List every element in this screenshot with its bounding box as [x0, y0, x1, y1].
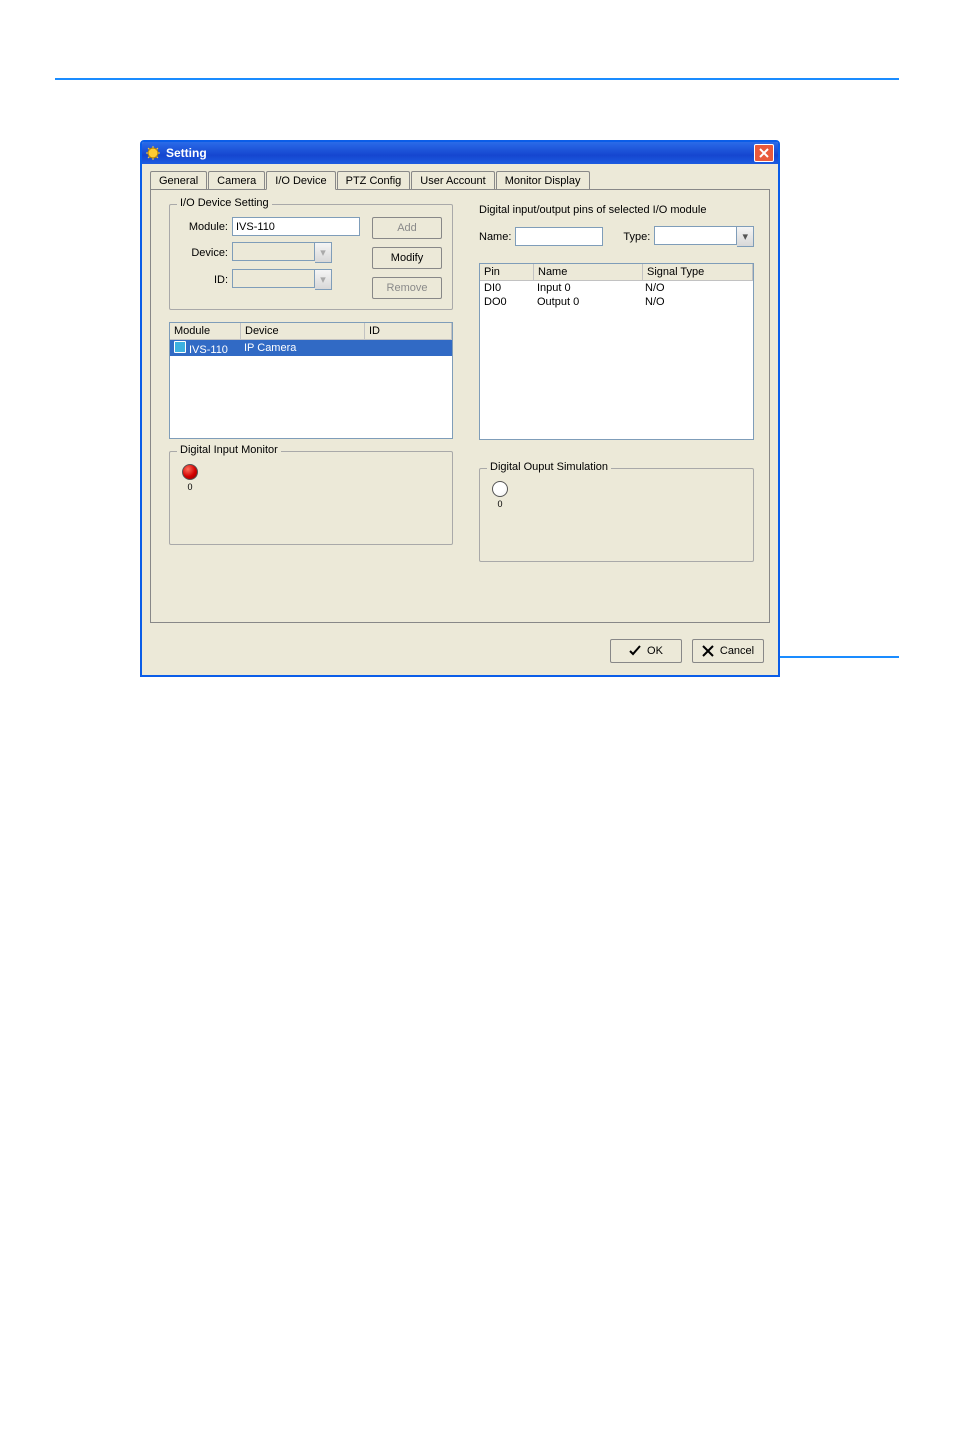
- dos-legend: Digital Ouput Simulation: [487, 461, 611, 473]
- app-icon: [146, 146, 160, 160]
- ok-button[interactable]: OK: [610, 639, 682, 663]
- pin-name-input[interactable]: [515, 227, 603, 246]
- titlebar[interactable]: Setting: [142, 142, 778, 164]
- pin-row[interactable]: DI0 Input 0 N/O: [480, 281, 753, 295]
- cell-signal: N/O: [641, 295, 753, 309]
- ok-label: OK: [647, 645, 663, 657]
- close-button[interactable]: [754, 144, 774, 162]
- pin-type-combo[interactable]: ▾: [654, 226, 754, 247]
- col-signal-type[interactable]: Signal Type: [643, 264, 753, 280]
- page-top-rule: [55, 78, 899, 80]
- cell-pin: DI0: [480, 281, 533, 295]
- tab-camera[interactable]: Camera: [208, 171, 265, 190]
- col-id[interactable]: ID: [365, 323, 452, 339]
- pins-title: Digital input/output pins of selected I/…: [479, 204, 754, 216]
- tabstrip: General Camera I/O Device PTZ Config Use…: [142, 164, 778, 189]
- col-module[interactable]: Module: [170, 323, 241, 339]
- listview-header: Module Device ID: [170, 323, 452, 340]
- window-title: Setting: [166, 146, 754, 160]
- chevron-down-icon[interactable]: ▾: [737, 226, 754, 247]
- cell-module: IVS-110: [189, 344, 228, 356]
- cell-pin: DO0: [480, 295, 533, 309]
- input-indicator-0: 0: [180, 464, 200, 492]
- cancel-button[interactable]: Cancel: [692, 639, 764, 663]
- col-pin[interactable]: Pin: [480, 264, 534, 280]
- module-listview[interactable]: Module Device ID IVS-110 IP Camera: [169, 322, 453, 439]
- modify-button[interactable]: Modify: [372, 247, 442, 269]
- tab-monitor-display[interactable]: Monitor Display: [496, 171, 590, 190]
- cell-pin-name: Input 0: [533, 281, 641, 295]
- cell-signal: N/O: [641, 281, 753, 295]
- pin-row[interactable]: DO0 Output 0 N/O: [480, 295, 753, 309]
- id-label: ID:: [180, 274, 228, 286]
- module-label: Module:: [180, 221, 228, 233]
- col-device[interactable]: Device: [241, 323, 365, 339]
- tab-io-device[interactable]: I/O Device: [266, 171, 335, 190]
- tab-general[interactable]: General: [150, 171, 207, 190]
- pin-type-input[interactable]: [654, 226, 737, 245]
- x-icon: [702, 645, 714, 657]
- io-device-setting-group: I/O Device Setting Module: Device:: [169, 204, 453, 310]
- pin-name-label: Name:: [479, 231, 511, 243]
- tab-ptz-config[interactable]: PTZ Config: [337, 171, 411, 190]
- pin-type-label: Type:: [623, 231, 650, 243]
- chevron-down-icon: ▾: [315, 269, 332, 290]
- tab-body: I/O Device Setting Module: Device:: [150, 189, 770, 623]
- settings-window: Setting General Camera I/O Device PTZ Co…: [140, 140, 780, 677]
- col-pin-name[interactable]: Name: [534, 264, 643, 280]
- tab-user-account[interactable]: User Account: [411, 171, 494, 190]
- cell-pin-name: Output 0: [533, 295, 641, 309]
- list-row[interactable]: IVS-110 IP Camera: [170, 340, 452, 356]
- pins-listview[interactable]: Pin Name Signal Type DI0 Input 0 N/O DO0…: [479, 263, 754, 440]
- check-icon: [629, 645, 641, 657]
- dialog-buttons: OK Cancel: [142, 631, 778, 675]
- digital-input-monitor-group: Digital Input Monitor 0: [169, 451, 453, 545]
- device-combo: ▾: [232, 242, 332, 263]
- device-label: Device:: [180, 247, 228, 259]
- device-combo-input: [232, 242, 315, 261]
- id-combo: ▾: [232, 269, 332, 290]
- dim-legend: Digital Input Monitor: [177, 444, 281, 456]
- led-red-icon: [182, 464, 198, 480]
- id-combo-input: [232, 269, 315, 288]
- input-indicator-label: 0: [187, 482, 192, 492]
- pins-header: Pin Name Signal Type: [480, 264, 753, 281]
- remove-button: Remove: [372, 277, 442, 299]
- digital-output-sim-group: Digital Ouput Simulation 0: [479, 468, 754, 562]
- module-input[interactable]: [232, 217, 360, 236]
- led-off-icon[interactable]: [492, 481, 508, 497]
- cancel-label: Cancel: [720, 645, 754, 657]
- device-icon: [174, 341, 186, 353]
- cell-device: IP Camera: [240, 342, 363, 354]
- io-setting-legend: I/O Device Setting: [177, 197, 272, 209]
- output-indicator-label: 0: [497, 499, 502, 509]
- chevron-down-icon: ▾: [315, 242, 332, 263]
- add-button: Add: [372, 217, 442, 239]
- output-indicator-0[interactable]: 0: [490, 481, 510, 509]
